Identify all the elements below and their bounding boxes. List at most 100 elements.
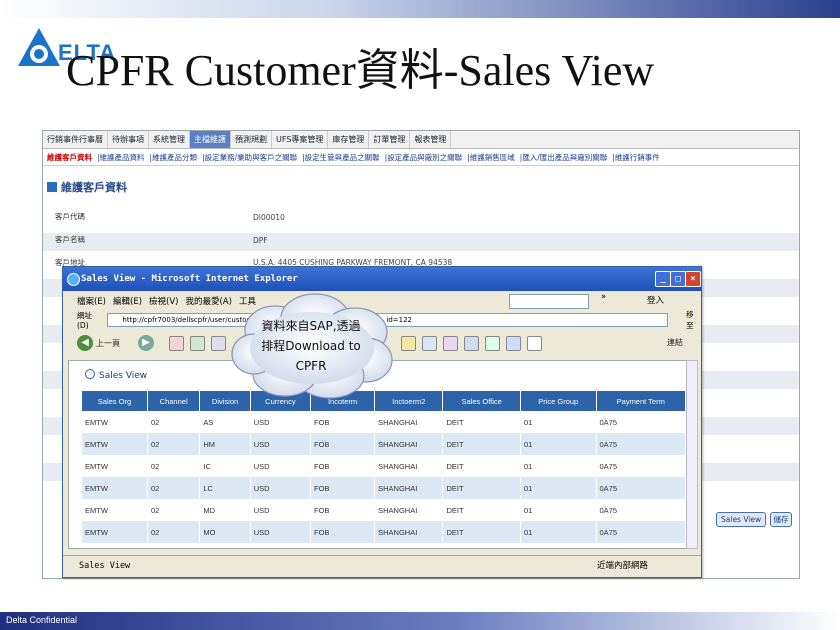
sales-view-table: Sales Org Channel Division Currency Inco… — [82, 391, 686, 543]
refresh-icon[interactable] — [190, 335, 205, 351]
table-cell: 02 — [147, 455, 201, 477]
home-icon[interactable] — [211, 335, 226, 351]
slide-title: CPFR Customer資料-Sales View — [66, 46, 655, 95]
save-button[interactable]: 儲存 — [770, 512, 792, 527]
back-label[interactable]: 上一頁 — [96, 338, 120, 349]
submenu-item-current[interactable]: 維護客戶資料 — [47, 152, 92, 163]
table-cell: 0A75 — [596, 521, 686, 543]
table-cell: FOB — [310, 521, 376, 543]
table-cell: DEIT — [442, 477, 521, 499]
table-cell: MD — [199, 499, 251, 521]
table-cell: EMTW — [82, 477, 148, 499]
table-cell: IC — [199, 455, 251, 477]
submenu-item[interactable]: 設定產品與廠別之關聯 — [387, 152, 462, 163]
field-value: DI00010 — [253, 213, 285, 222]
menu-edit[interactable]: 編輯(E) — [113, 295, 142, 307]
window-title: Sales View - Microsoft Internet Explorer — [81, 274, 298, 284]
login-link[interactable]: 登入 — [647, 294, 664, 306]
table-cell: SHANGHAI — [374, 477, 444, 499]
sales-view-button[interactable]: Sales View — [716, 512, 767, 527]
submenu-item[interactable]: 維護產品資料 — [100, 152, 145, 163]
table-cell: EMTW — [82, 521, 148, 543]
bluetooth-icon[interactable] — [527, 335, 542, 351]
table-cell: HM — [199, 433, 251, 455]
table-row[interactable]: EMTW 02 MD USD FOB SHANGHAI DEIT 01 0A75 — [82, 499, 686, 521]
table-cell: SHANGHAI — [374, 455, 444, 477]
stop-icon[interactable] — [169, 335, 184, 351]
menu-file[interactable]: 檔案(E) — [77, 295, 106, 307]
table-row[interactable]: EMTW 02 LC USD FOB SHANGHAI DEIT 01 0A75 — [82, 477, 686, 499]
table-row[interactable]: EMTW 02 IC USD FOB SHANGHAI DEIT 01 0A75 — [82, 455, 686, 477]
maximize-icon[interactable]: □ — [670, 271, 686, 287]
table-row[interactable]: EMTW 02 AS USD FOB SHANGHAI DEIT 01 0A75 — [82, 411, 686, 433]
submenu-item[interactable]: 設定業務/業助與客戶之關聯 — [205, 152, 298, 163]
sales-view-heading: Sales View — [85, 369, 147, 381]
history-icon[interactable] — [422, 335, 437, 351]
table-row[interactable]: EMTW 02 HM USD FOB SHANGHAI DEIT 01 0A75 — [82, 433, 686, 455]
menu-item[interactable]: UFS專案管理 — [272, 131, 329, 148]
column-header: Channel — [147, 391, 201, 411]
table-cell: 02 — [147, 477, 201, 499]
table-cell: AS — [199, 411, 251, 433]
menu-item[interactable]: 預測規劃 — [231, 131, 272, 148]
table-cell: USD — [250, 433, 312, 455]
table-row[interactable]: EMTW 02 MO USD FOB SHANGHAI DEIT 01 0A75 — [82, 521, 686, 543]
bottom-banner — [0, 612, 840, 630]
address-label: 網址(D) — [77, 310, 92, 330]
table-cell: USD — [250, 455, 312, 477]
submenu-item[interactable]: 匯入/匯出產品與廠別關聯 — [522, 152, 607, 163]
circle-icon — [85, 369, 95, 379]
menu-view[interactable]: 檢視(V) — [149, 295, 178, 307]
table-cell: 0A75 — [596, 433, 686, 455]
menu-item[interactable]: 訂單管理 — [369, 131, 411, 148]
menu-item[interactable]: 庫存管理 — [328, 131, 370, 148]
table-cell: 01 — [520, 521, 597, 543]
mail-icon[interactable] — [443, 335, 458, 351]
zone-text: 近端內部網路 — [597, 561, 649, 571]
menu-item[interactable]: 待辦事項 — [108, 131, 149, 148]
table-cell: SHANGHAI — [374, 411, 444, 433]
table-cell: FOB — [310, 455, 376, 477]
top-banner — [0, 0, 840, 18]
menu-item[interactable]: 報表管理 — [410, 131, 452, 148]
table-cell: 01 — [520, 499, 597, 521]
scrollbar[interactable] — [686, 360, 698, 549]
field-value: DPF — [253, 236, 268, 245]
messenger-icon[interactable] — [506, 335, 521, 351]
links-label[interactable]: 連結 — [667, 337, 683, 348]
table-cell: 02 — [147, 521, 201, 543]
minimize-icon[interactable]: _ — [655, 271, 671, 287]
table-cell: 02 — [147, 411, 201, 433]
status-text: Sales View — [79, 561, 131, 571]
back-icon[interactable]: ◀ — [77, 335, 93, 351]
chevron-icon[interactable]: » — [601, 292, 606, 302]
edit-icon[interactable] — [485, 335, 500, 351]
table-cell: USD — [250, 477, 312, 499]
callout-line: CPFR — [295, 359, 327, 373]
search-input[interactable] — [509, 294, 589, 309]
menu-item[interactable]: 系統管理 — [149, 131, 190, 148]
table-cell: MO — [199, 521, 251, 543]
table-cell: 01 — [520, 433, 597, 455]
table-cell: SHANGHAI — [374, 521, 444, 543]
forward-icon[interactable]: ▶ — [138, 335, 154, 351]
ie-icon — [67, 273, 80, 286]
close-icon[interactable]: × — [685, 271, 701, 287]
submenu-item[interactable]: 設定生管與產品之關聯 — [305, 152, 380, 163]
table-cell: EMTW — [82, 455, 148, 477]
window-title-bar: Sales View - Microsoft Internet Explorer… — [63, 267, 701, 291]
submenu-item[interactable]: 維護產品分類 — [152, 152, 197, 163]
submenu-item[interactable]: 維護銷售區域 — [470, 152, 515, 163]
callout-text: 資料來自SAP,透過 排程Download to CPFR — [236, 316, 386, 376]
submenu-item[interactable]: 維護行銷事件 — [615, 152, 660, 163]
menu-item-active[interactable]: 主檔維護 — [190, 131, 231, 148]
column-header: Sales Org — [82, 391, 148, 411]
table-cell: LC — [199, 477, 251, 499]
favorites-icon[interactable] — [401, 335, 416, 351]
menu-favorites[interactable]: 我的最愛(A) — [185, 295, 231, 307]
table-cell: USD — [250, 411, 312, 433]
table-cell: FOB — [310, 411, 376, 433]
menu-item[interactable]: 行銷事件行事曆 — [43, 131, 108, 148]
print-icon[interactable] — [464, 335, 479, 351]
column-header: Payment Term — [596, 391, 686, 411]
